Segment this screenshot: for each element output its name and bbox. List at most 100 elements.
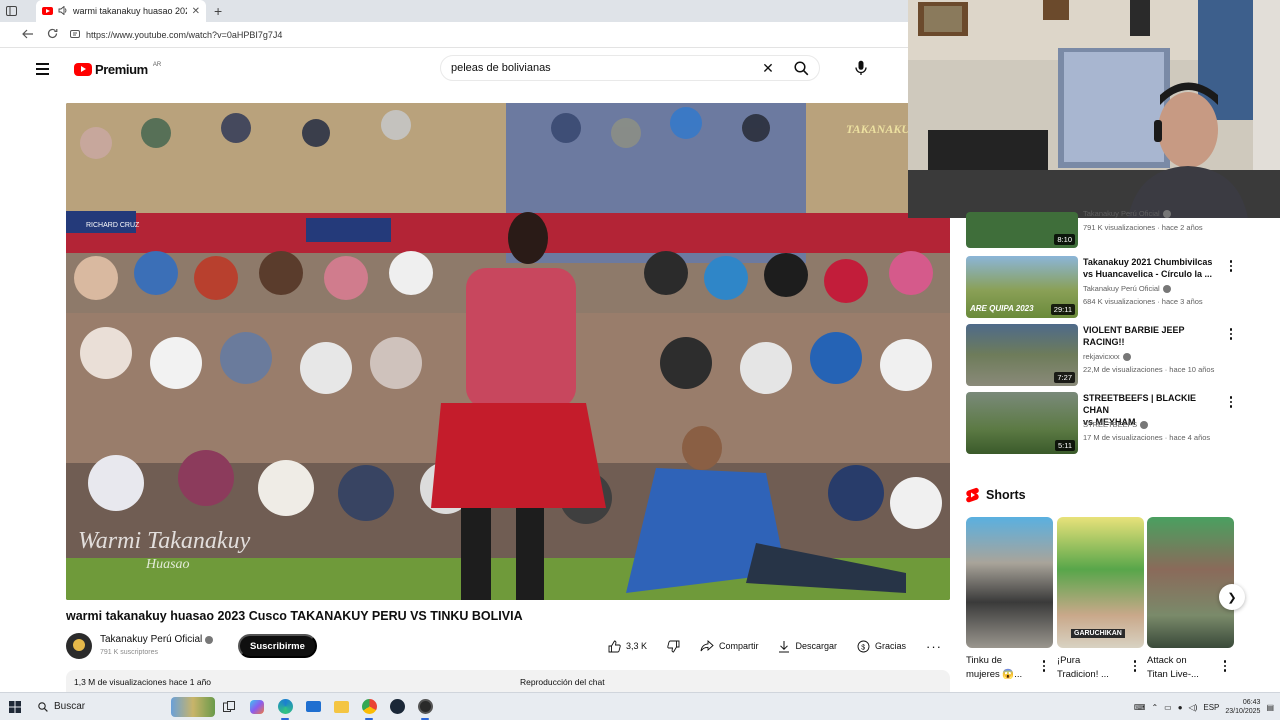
rec-channel-name: rekjavicxxx	[1083, 352, 1120, 361]
chat-replay-label[interactable]: Reproducción del chat	[520, 677, 605, 687]
edge-icon[interactable]	[271, 693, 299, 720]
steam-icon[interactable]	[383, 693, 411, 720]
channel-avatar[interactable]	[66, 633, 92, 659]
network-icon[interactable]: ▭	[1164, 703, 1172, 712]
new-tab-icon[interactable]: +	[214, 3, 222, 19]
short-more-icon[interactable]	[1040, 660, 1048, 672]
tab-close-icon[interactable]: ✕	[192, 6, 200, 17]
rec-channel[interactable]: STREETBEEFS	[1083, 420, 1149, 429]
rec-more-icon[interactable]	[1226, 328, 1236, 340]
windows-icon	[9, 700, 21, 713]
youtube-logo[interactable]: Premium AR	[74, 62, 161, 77]
browser-tab-active[interactable]: warmi takanakuy huasao 2023 Cusco TAKANA…	[36, 0, 206, 22]
thanks-button[interactable]: $ Gracias	[849, 634, 914, 658]
rec-more-icon[interactable]	[1226, 396, 1236, 408]
start-button[interactable]	[0, 693, 30, 720]
site-info-icon[interactable]	[70, 29, 80, 41]
search-input[interactable]	[441, 62, 753, 74]
thanks-icon: $	[857, 640, 870, 653]
channel-name-link[interactable]: Takanakuy Perú Oficial	[100, 634, 214, 645]
keyboard-icon[interactable]: ⌨	[1134, 703, 1146, 712]
rec-thumbnail[interactable]: 7:27	[966, 324, 1078, 386]
video-frame: RICHARD CRUZ TAKANAKUY Warmi Takanakuy H…	[66, 103, 950, 600]
video-watermark-line2: Huasao	[145, 557, 190, 572]
short-thumbnail[interactable]	[1147, 517, 1234, 648]
clear-search-icon[interactable]: ✕	[753, 60, 783, 77]
rec-duration: 29:11	[1050, 304, 1075, 315]
short-title[interactable]: ¡Pura Tradicion! ...	[1057, 654, 1129, 682]
chevron-right-icon: ❯	[1227, 591, 1237, 604]
file-explorer-icon[interactable]	[327, 693, 355, 720]
voice-search-button[interactable]	[850, 57, 872, 79]
rec-item[interactable]: ARE QUIPA 2023 29:11 Takanakuy 2021 Chum…	[966, 256, 1246, 318]
shorts-next-button[interactable]: ❯	[1219, 584, 1245, 610]
rec-thumbnail[interactable]: 5:11	[966, 392, 1078, 454]
speaker-icon[interactable]	[58, 5, 68, 17]
rec-title[interactable]: Takanakuy 2021 Chumbivilcas vs Huancavel…	[1083, 256, 1221, 280]
reload-icon[interactable]	[40, 28, 64, 42]
system-tray: ⌨ ⌃ ▭ ● ◁) ESP 06:43 23/10/2025 ▤	[1134, 693, 1280, 720]
language-indicator[interactable]: ESP	[1203, 703, 1219, 712]
chevron-up-icon[interactable]: ⌃	[1151, 703, 1158, 712]
rec-channel-name: STREETBEEFS	[1083, 420, 1138, 429]
short-item[interactable]: Tinku de mujeres 😱...	[966, 517, 1053, 680]
obs-icon[interactable]	[411, 693, 439, 720]
notifications-icon[interactable]: ▤	[1266, 703, 1274, 712]
share-label: Compartir	[718, 641, 759, 651]
description-box[interactable]: 1,3 M de visualizaciones hace 1 año Repr…	[66, 670, 950, 692]
short-item[interactable]: GARUCHIKAN ¡Pura Tradicion! ...	[1057, 517, 1144, 680]
short-thumbnail[interactable]: GARUCHIKAN	[1057, 517, 1144, 648]
clock[interactable]: 06:43 23/10/2025	[1225, 698, 1260, 716]
shorts-icon	[966, 487, 979, 503]
subscribe-button[interactable]: Suscribirme	[238, 634, 317, 658]
taskbar-search[interactable]: Buscar	[30, 696, 215, 718]
back-icon[interactable]	[16, 28, 40, 42]
menu-icon[interactable]	[36, 63, 56, 75]
task-view-icon[interactable]	[215, 693, 243, 720]
rec-more-icon[interactable]	[1226, 260, 1236, 272]
banner-text-left: RICHARD CRUZ	[86, 222, 140, 229]
more-actions-icon[interactable]: ···	[918, 634, 950, 658]
rec-channel[interactable]: Takanakuy Perú Oficial	[1083, 284, 1171, 293]
search-button[interactable]	[783, 55, 819, 81]
url-text: https://www.youtube.com/watch?v=0aHPBI7g…	[86, 29, 283, 40]
dislike-button[interactable]	[659, 634, 688, 658]
video-title: warmi takanakuy huasao 2023 Cusco TAKANA…	[66, 609, 523, 623]
verified-icon	[1162, 284, 1171, 293]
short-item[interactable]: Attack on Titan Live-...	[1147, 517, 1234, 680]
video-owner-row: Takanakuy Perú Oficial 791 K suscriptore…	[66, 632, 950, 660]
rec-thumb-text: ARE QUIPA 2023	[970, 304, 1034, 313]
tab-actions-icon[interactable]	[0, 0, 22, 22]
like-button[interactable]: 3,3 K	[600, 634, 655, 658]
rec-channel[interactable]: rekjavicxxx	[1083, 352, 1131, 361]
webcam-image	[908, 0, 1280, 218]
download-button[interactable]: Descargar	[770, 634, 845, 658]
rec-meta: 791 K visualizaciones · hace 2 años	[1083, 223, 1203, 232]
mail-icon[interactable]	[299, 693, 327, 720]
volume-icon[interactable]: ◁)	[1189, 703, 1198, 712]
rec-item[interactable]: 5:11 STREETBEEFS | BLACKIE CHAN vs MEYHA…	[966, 392, 1246, 454]
rec-item[interactable]: 7:27 VIOLENT BARBIE JEEP RACING!! rekjav…	[966, 324, 1246, 386]
rec-meta: 22,M de visualizaciones · hace 10 años	[1083, 365, 1215, 374]
rec-channel[interactable]: Takanakuy Perú Oficial	[1083, 209, 1171, 218]
copilot-icon[interactable]	[243, 693, 271, 720]
rec-thumbnail[interactable]: ARE QUIPA 2023 29:11	[966, 256, 1078, 318]
share-button[interactable]: Compartir	[692, 634, 767, 658]
youtube-favicon-icon	[42, 7, 53, 15]
short-more-icon[interactable]	[1131, 660, 1139, 672]
mic-tray-icon[interactable]: ●	[1178, 703, 1183, 712]
rec-thumbnail[interactable]: 8:10	[966, 212, 1078, 248]
short-title[interactable]: Tinku de mujeres 😱...	[966, 654, 1038, 682]
video-player[interactable]: RICHARD CRUZ TAKANAKUY Warmi Takanakuy H…	[66, 103, 950, 600]
short-more-icon[interactable]	[1221, 660, 1229, 672]
thumbs-down-icon	[667, 640, 680, 653]
screen: warmi takanakuy huasao 2023 Cusco TAKANA…	[0, 0, 1280, 720]
rec-title[interactable]: VIOLENT BARBIE JEEP RACING!!	[1083, 324, 1221, 348]
url-field[interactable]: https://www.youtube.com/watch?v=0aHPBI7g…	[70, 29, 282, 41]
chrome-icon[interactable]	[355, 693, 383, 720]
verified-icon	[1122, 352, 1131, 361]
rec-duration: 7:27	[1054, 372, 1075, 383]
short-thumbnail[interactable]	[966, 517, 1053, 648]
short-title[interactable]: Attack on Titan Live-...	[1147, 654, 1219, 682]
like-count: 3,3 K	[625, 641, 647, 651]
